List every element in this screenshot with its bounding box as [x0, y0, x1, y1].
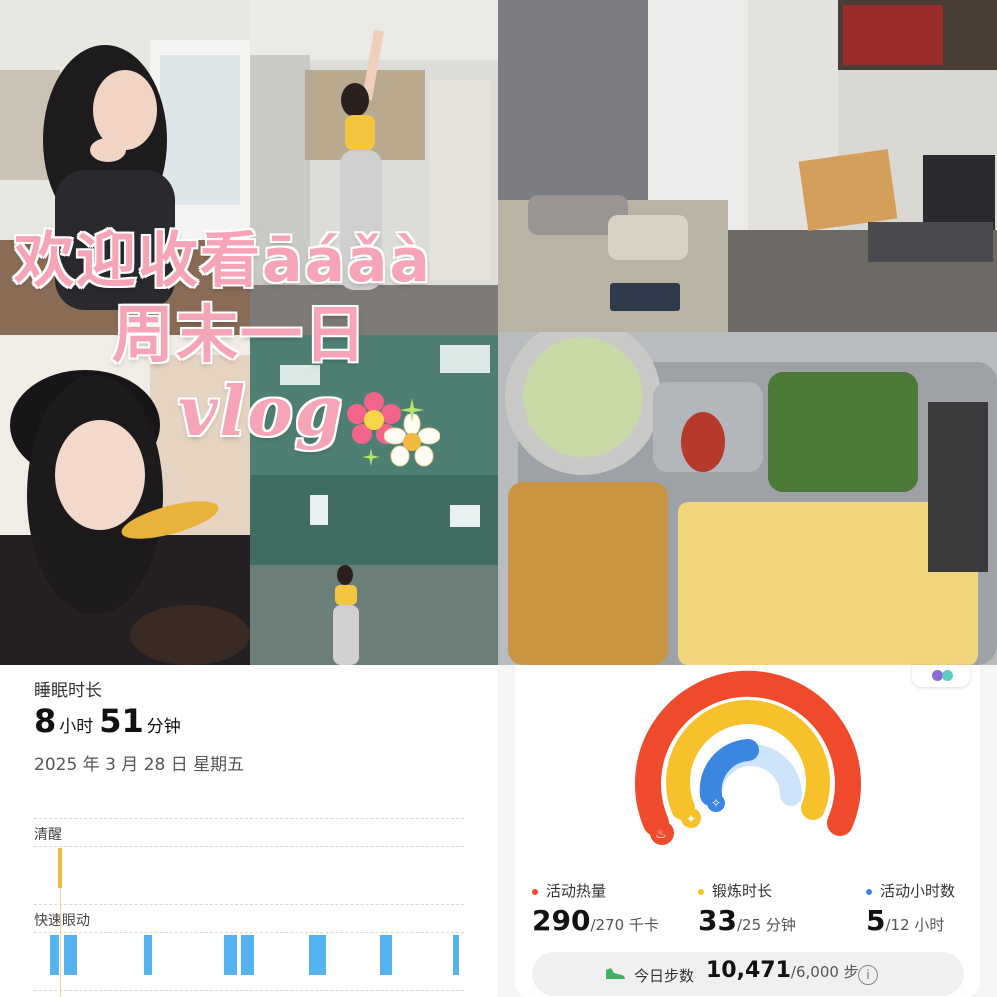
sleep-stage-awake-label: 清醒	[34, 827, 62, 843]
exercise-dot-icon	[698, 888, 704, 895]
info-icon[interactable]: i	[858, 965, 878, 985]
photo-girl-stretching-in-dorm	[250, 0, 498, 335]
sleep-grid-line	[34, 818, 464, 819]
steps-label: 今日步数	[634, 967, 695, 985]
sleep-awake-bar	[58, 848, 62, 888]
sleep-grid-line	[34, 904, 464, 905]
sleep-minutes: 51	[99, 702, 144, 740]
teal-dot-icon	[942, 670, 953, 681]
sleep-rem-bar	[50, 935, 59, 975]
sleep-rem-bar	[64, 935, 77, 975]
sleep-grid-line	[34, 846, 464, 847]
photo-girl-eating-with-spoon	[0, 335, 250, 665]
steps-value: 10,471/6,000 步	[706, 958, 859, 983]
sleep-rem-bar	[241, 935, 254, 975]
shoe-icon	[606, 968, 625, 979]
sleep-title: 睡眠时长	[34, 681, 102, 701]
calories-label: 活动热量	[532, 880, 606, 901]
photo-girl-glasses-at-desk	[0, 0, 250, 335]
stand-hours-value: 5/12 小时	[866, 904, 945, 937]
stand-dot-icon	[866, 888, 872, 895]
standing-person-icon: ✧	[711, 796, 722, 810]
sleep-stage-rem-label: 快速眼动	[34, 913, 90, 929]
photo-cafeteria-food-tray	[498, 332, 997, 665]
sleep-hours: 8	[34, 702, 57, 740]
exercise-label: 锻炼时长	[698, 880, 772, 901]
sleep-rem-bar	[144, 935, 152, 975]
sleep-grid-line	[34, 990, 464, 991]
calories-value: 290/270 千卡	[532, 904, 659, 937]
photo-dorm-bed-and-desk	[498, 0, 997, 332]
sleep-rem-bar	[224, 935, 237, 975]
sleep-rem-bar	[309, 935, 326, 975]
sleep-connector	[60, 888, 61, 997]
sleep-grid-line	[34, 932, 464, 933]
stand-hours-label: 活动小时数	[866, 880, 955, 901]
sleep-rem-bar	[453, 935, 459, 975]
exercise-value: 33/25 分钟	[698, 904, 796, 937]
sleep-minutes-unit: 分钟	[146, 717, 181, 737]
sleep-date: 2025 年 3 月 28 日 星期五	[34, 755, 245, 775]
sleep-rem-bar	[380, 935, 392, 975]
calories-dot-icon	[532, 888, 538, 895]
sleep-duration: 8 小时 51 分钟	[34, 702, 187, 740]
sleep-hours-unit: 小时	[59, 717, 94, 737]
view-toggle[interactable]	[912, 665, 970, 687]
photo-girl-in-gym	[250, 335, 498, 665]
runner-icon: ✦	[686, 812, 697, 826]
flame-icon: ♨	[655, 827, 667, 842]
